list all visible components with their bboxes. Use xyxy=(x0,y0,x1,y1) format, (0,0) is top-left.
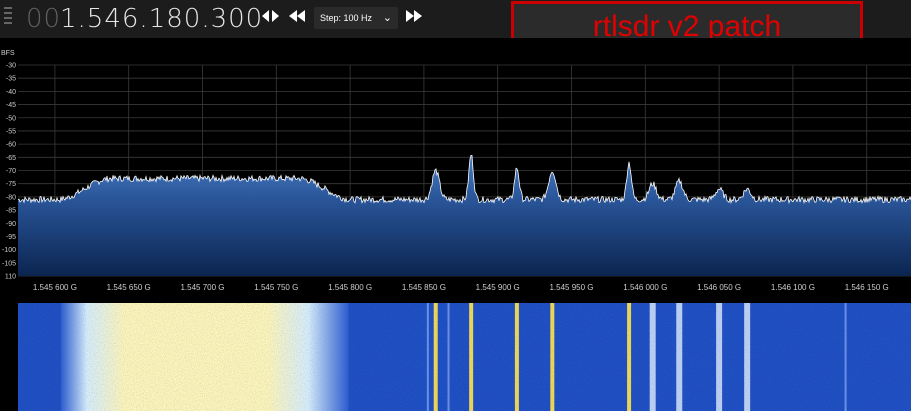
frequency-display[interactable]: 1.546.180.300 xyxy=(60,4,263,34)
x-tick-label: 1.545 600 G xyxy=(33,283,77,292)
y-tick-label: -60 xyxy=(6,142,16,149)
y-tick-label: -80 xyxy=(6,194,16,201)
play-pause-button[interactable] xyxy=(260,9,282,27)
y-tick-label: -90 xyxy=(6,221,16,228)
waterfall-display[interactable] xyxy=(0,299,911,411)
x-tick-label: 1.545 750 G xyxy=(254,283,298,292)
y-tick-label: -100 xyxy=(2,247,16,254)
play-pause-icon xyxy=(262,10,279,22)
y-tick-label: -65 xyxy=(6,155,16,162)
x-tick-label: 1.545 800 G xyxy=(328,283,372,292)
x-tick-label: 1.546 150 G xyxy=(845,283,889,292)
y-tick-label: 110 xyxy=(5,274,16,281)
x-tick-label: 1.545 900 G xyxy=(476,283,520,292)
rewind-icon xyxy=(289,10,305,22)
y-tick-label: -55 xyxy=(6,128,16,135)
x-tick-label: 1.545 700 G xyxy=(180,283,224,292)
y-tick-label: -50 xyxy=(6,115,16,122)
y-tick-label: -85 xyxy=(6,208,16,215)
x-tick-label: 1.545 850 G xyxy=(402,283,446,292)
step-label: Step: 100 Hz xyxy=(320,13,373,23)
signal-strength-icon xyxy=(2,4,16,32)
step-select[interactable]: Step: 100 Hz ⌄ xyxy=(314,7,398,29)
x-tick-label: 1.545 950 G xyxy=(549,283,593,292)
x-tick-label: 1.546 000 G xyxy=(623,283,667,292)
frequency-leading-zeros[interactable]: 00 xyxy=(26,4,61,34)
y-tick-label: -105 xyxy=(2,260,16,267)
y-tick-label: -45 xyxy=(6,102,16,109)
chevron-down-icon: ⌄ xyxy=(382,12,392,24)
y-tick-label: -35 xyxy=(6,76,16,83)
y-axis-title: BFS xyxy=(1,50,15,57)
rewind-button[interactable] xyxy=(286,9,308,27)
x-tick-label: 1.546 100 G xyxy=(771,283,815,292)
fast-forward-icon xyxy=(406,10,422,22)
x-tick-label: 1.545 650 G xyxy=(107,283,151,292)
waterfall-noise xyxy=(18,303,911,411)
y-tick-label: -70 xyxy=(6,168,16,175)
fast-forward-button[interactable] xyxy=(402,9,426,27)
x-tick-label: 1.546 050 G xyxy=(697,283,741,292)
y-tick-label: -40 xyxy=(6,89,16,96)
y-tick-label: -75 xyxy=(6,181,16,188)
y-tick-label: -95 xyxy=(6,234,16,241)
y-tick-label: -30 xyxy=(6,63,16,70)
spectrum-plot[interactable]: BFS -30 -35 -40 -45 -50 -55 -60 -65 -70 -75 -80 -85… xyxy=(0,38,911,299)
